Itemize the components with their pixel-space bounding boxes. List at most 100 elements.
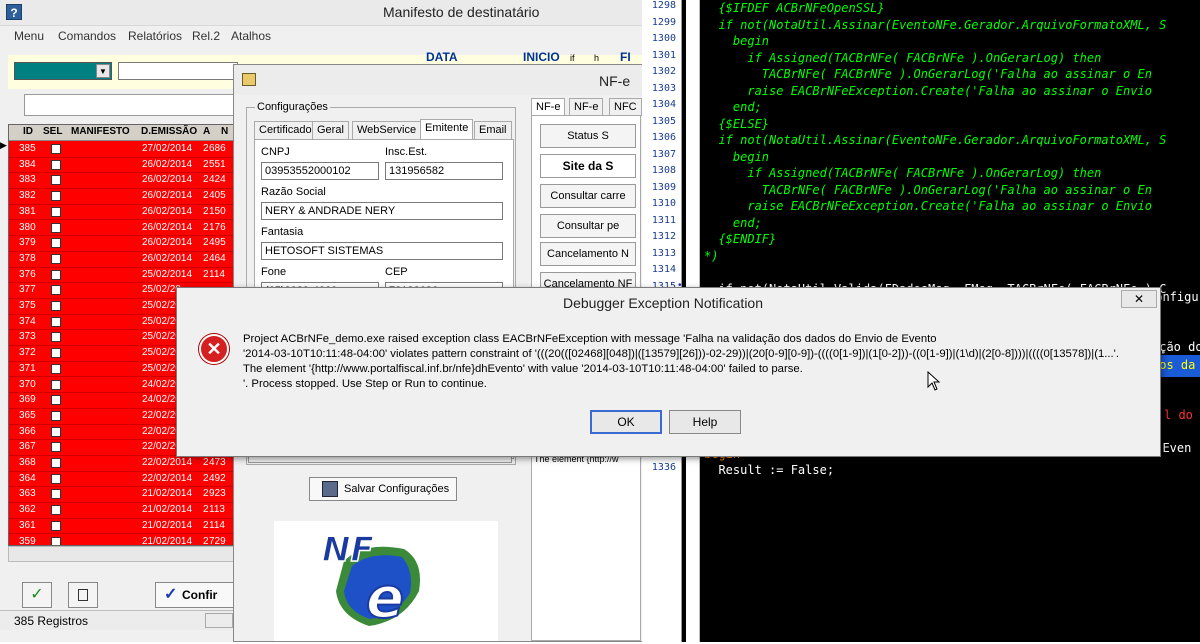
row-select-checkbox[interactable]	[51, 238, 61, 249]
empty-box-icon	[78, 588, 88, 601]
site-sefaz-button[interactable]: Site da S	[540, 154, 636, 178]
grid-horizontal-scrollbar[interactable]	[8, 546, 234, 562]
code-line: *)	[704, 248, 719, 263]
row-select-checkbox[interactable]	[51, 489, 61, 500]
right-tab-nfe1[interactable]: NF-e	[531, 98, 566, 116]
row-select-checkbox[interactable]	[51, 269, 61, 280]
chevron-down-icon[interactable]: ▼	[96, 64, 110, 78]
row-select-checkbox[interactable]	[51, 253, 61, 264]
table-row[interactable]: 363 21/02/2014 2 923	[9, 487, 233, 504]
row-select-checkbox[interactable]	[51, 348, 61, 359]
table-row[interactable]: 376 25/02/2014 2 114	[9, 268, 233, 284]
ie-field[interactable]: 131956582	[385, 162, 503, 180]
table-row[interactable]: 382 26/02/2014 2 405	[9, 189, 233, 205]
right-tab-nfe2[interactable]: NF-e	[569, 98, 604, 116]
cell-n: 114	[209, 519, 225, 531]
row-select-checkbox[interactable]	[51, 144, 61, 154]
row-select-checkbox[interactable]	[51, 410, 61, 421]
table-row[interactable]: 368 22/02/2014 2 473	[9, 456, 233, 472]
row-select-checkbox[interactable]	[51, 458, 61, 468]
row-select-checkbox[interactable]	[51, 316, 61, 327]
table-row[interactable]: 384 26/02/2014 2 551	[9, 158, 233, 174]
col-manifesto[interactable]: MANIFESTO	[71, 126, 130, 137]
col-sel[interactable]: SEL	[43, 126, 62, 137]
table-row[interactable]: 362 21/02/2014 2 113	[9, 503, 233, 519]
row-select-checkbox[interactable]	[51, 426, 61, 437]
status-servico-button[interactable]: Status S	[540, 124, 636, 148]
consultar-pelo-button[interactable]: Consultar pe	[540, 214, 636, 238]
table-row[interactable]: 361 21/02/2014 2 114	[9, 519, 233, 535]
confirm-button[interactable]: ✓ Confir	[155, 582, 235, 608]
table-row[interactable]: 383 26/02/2014 2 424	[9, 173, 233, 190]
menu-item-relatorios[interactable]: Relatórios	[128, 29, 182, 43]
row-select-checkbox[interactable]	[51, 285, 61, 296]
line-number: 1302	[651, 66, 676, 77]
row-select-checkbox[interactable]	[51, 395, 61, 406]
row-select-checkbox[interactable]	[51, 191, 61, 202]
row-select-checkbox[interactable]	[51, 301, 61, 311]
table-row[interactable]: 378 26/02/2014 2 464	[9, 252, 233, 268]
consultar-carregar-button[interactable]: Consultar carre	[540, 184, 636, 208]
menu-item-atalhos[interactable]: Atalhos	[231, 29, 271, 43]
nfe-title: NF-e	[599, 73, 631, 89]
save-config-button[interactable]: Salvar Configurações	[309, 477, 457, 501]
col-emissao[interactable]: D.EMISSÃO	[141, 126, 197, 137]
col-n[interactable]: N	[221, 126, 228, 137]
right-tab-nfc[interactable]: NFC	[609, 98, 642, 116]
cnpj-field[interactable]: 03953552000102	[261, 162, 379, 180]
line-number: 1314	[651, 264, 676, 275]
row-select-checkbox[interactable]	[51, 442, 61, 453]
row-select-checkbox[interactable]	[51, 175, 61, 186]
filter-input[interactable]	[118, 62, 238, 80]
cancelamento-button[interactable]: Cancelamento N	[540, 242, 636, 266]
line-number: 1305	[651, 115, 676, 127]
col-id[interactable]: ID	[23, 126, 33, 137]
header-h: h	[594, 53, 600, 63]
menu-item-menu[interactable]: Menu	[14, 29, 44, 43]
close-button[interactable]: ✕	[1121, 290, 1157, 308]
nfe-logo: NF e	[274, 521, 498, 641]
table-row[interactable]: 380 26/02/2014 2 176	[9, 221, 233, 237]
filter-combo[interactable]: ▼	[14, 62, 112, 80]
razao-field[interactable]: NERY & ANDRADE NERY	[261, 202, 503, 220]
tab-email[interactable]: Email	[474, 121, 512, 139]
cell-id: 374	[19, 315, 36, 327]
row-select-checkbox[interactable]	[51, 536, 61, 545]
cell-id: 375	[19, 300, 36, 311]
line-number: 1301	[651, 49, 676, 61]
cell-n: 150	[209, 205, 226, 217]
table-row[interactable]: 385 27/02/2014 2 686	[9, 142, 233, 158]
header-if: if	[570, 53, 575, 63]
tab-geral[interactable]: Geral	[312, 121, 349, 139]
cell-n: 495	[209, 237, 226, 249]
col-a[interactable]: A	[203, 126, 210, 137]
search-bar[interactable]	[24, 94, 244, 116]
ok-button[interactable]: OK	[590, 410, 662, 434]
row-select-checkbox[interactable]	[51, 206, 61, 217]
cell-n: 176	[209, 221, 226, 233]
table-row[interactable]: 364 22/02/2014 2 492	[9, 472, 233, 488]
cell-id: 364	[19, 472, 36, 484]
row-select-checkbox[interactable]	[51, 363, 61, 374]
row-select-checkbox[interactable]	[51, 379, 61, 390]
table-row[interactable]: 359 21/02/2014 2 729	[9, 535, 233, 545]
table-row[interactable]: 379 26/02/2014 2 495	[9, 236, 233, 252]
table-row[interactable]: 381 26/02/2014 2 150	[9, 205, 233, 221]
tab-certificado[interactable]: Certificado	[254, 121, 317, 139]
deselect-all-button[interactable]	[68, 582, 98, 608]
error-message-line-3: The element '{http://www.portalfiscal.in…	[243, 363, 803, 375]
tab-webservice[interactable]: WebService	[352, 121, 422, 139]
row-select-checkbox[interactable]	[51, 505, 61, 516]
row-select-checkbox[interactable]	[51, 332, 61, 343]
row-select-checkbox[interactable]	[51, 159, 61, 170]
row-select-checkbox[interactable]	[51, 222, 61, 233]
row-select-checkbox[interactable]	[51, 473, 61, 484]
help-button[interactable]: Help	[669, 410, 741, 434]
select-all-button[interactable]: ✓	[22, 582, 52, 608]
menu-item-rel2[interactable]: Rel.2	[192, 29, 220, 43]
row-select-checkbox[interactable]	[51, 520, 61, 531]
error-message-line-2: '2014-03-10T10:11:48-04:00' violates pat…	[243, 348, 1119, 360]
fantasia-field[interactable]: HETOSOFT SISTEMAS	[261, 242, 503, 260]
tab-emitente[interactable]: Emitente	[420, 119, 474, 139]
menu-item-comandos[interactable]: Comandos	[58, 29, 116, 43]
